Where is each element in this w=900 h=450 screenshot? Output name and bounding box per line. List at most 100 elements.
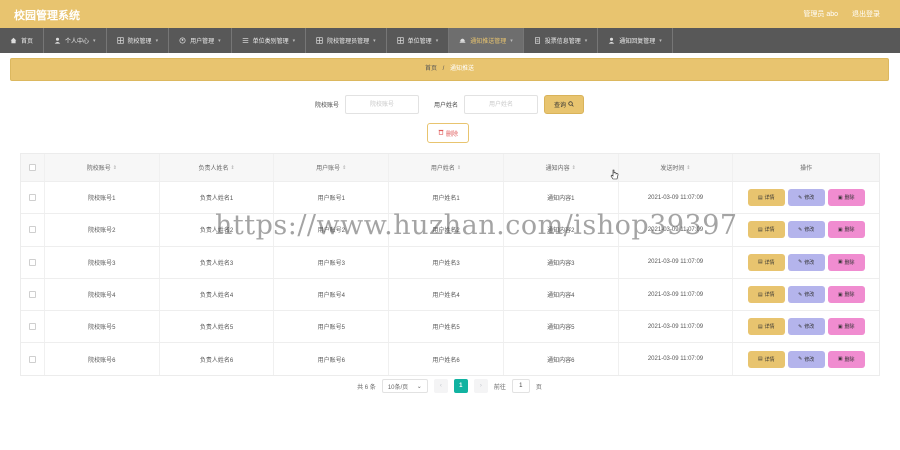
- column-header[interactable]: 用户账号 ⇕: [274, 154, 390, 181]
- edit-button[interactable]: ✎ 修改: [787, 221, 825, 239]
- column-header[interactable]: 通知内容 ⇕: [504, 154, 619, 181]
- delete-button-label: 删除: [844, 227, 855, 234]
- nav-item[interactable]: 单位管理 ▾: [387, 28, 450, 53]
- table-cell: 用户姓名1: [389, 182, 504, 214]
- delete-button[interactable]: ▣ 删除: [827, 189, 865, 207]
- table-cell: 通知内容2: [504, 214, 619, 246]
- table-cell: 用户账号1: [274, 182, 390, 214]
- table-cell: 用户姓名6: [389, 343, 504, 375]
- table-cell: 院校账号4: [45, 278, 160, 311]
- prev-page-button[interactable]: ‹: [433, 379, 448, 393]
- batch-delete-button[interactable]: 删除: [427, 123, 469, 143]
- edit-button[interactable]: ✎ 修改: [787, 253, 825, 271]
- top-header: 校园管理系统 管理员 abo 退出登录: [0, 0, 900, 28]
- row-checkbox[interactable]: [28, 226, 36, 234]
- nav-item[interactable]: 院校管理 ▾: [107, 28, 170, 53]
- edit-button-label: 修改: [804, 356, 815, 363]
- detail-button[interactable]: ▤ 详情: [747, 189, 785, 207]
- row-select-cell: [21, 214, 45, 246]
- table-cell: 用户姓名3: [389, 246, 504, 278]
- detail-button[interactable]: ▤ 详情: [747, 253, 785, 271]
- nav-item[interactable]: 单位类别管理 ▾: [232, 28, 307, 53]
- trash-icon: [438, 129, 444, 137]
- grid-icon: [116, 37, 124, 44]
- table-cell: 通知内容6: [504, 343, 619, 375]
- detail-button[interactable]: ▤ 详情: [747, 318, 785, 336]
- breadcrumb-home[interactable]: 首页: [425, 66, 437, 72]
- delete-button-label: 删除: [844, 324, 855, 331]
- row-checkbox[interactable]: [28, 258, 36, 266]
- nav-item[interactable]: 院校管理员管理 ▾: [306, 28, 387, 53]
- query-button-label: 查询: [554, 103, 567, 109]
- query-button[interactable]: 查询: [544, 95, 585, 114]
- detail-icon: ▤: [757, 323, 763, 330]
- select-all-checkbox[interactable]: [28, 164, 36, 171]
- edit-button-label: 修改: [804, 259, 815, 266]
- page-size-select[interactable]: 10条/页 ⌄: [381, 379, 428, 393]
- app-title: 校园管理系统: [14, 10, 80, 22]
- edit-button-label: 修改: [804, 324, 815, 331]
- table-cell: 2021-03-09 11:07:09: [619, 278, 734, 311]
- nav-item[interactable]: 用户管理 ▾: [169, 28, 232, 53]
- nav-item[interactable]: 投票信息管理 ▾: [524, 28, 599, 53]
- column-header[interactable]: 院校账号 ⇕: [45, 154, 160, 181]
- nav-item[interactable]: 通知回复管理 ▾: [598, 28, 673, 53]
- row-checkbox[interactable]: [28, 194, 36, 202]
- chevron-down-icon: ▾: [659, 37, 662, 44]
- logout-link[interactable]: 退出登录: [852, 9, 880, 19]
- row-select-cell: [21, 246, 45, 278]
- goto-page-input[interactable]: 1: [511, 379, 530, 393]
- edit-button[interactable]: ✎ 修改: [787, 189, 825, 207]
- detail-button[interactable]: ▤ 详情: [747, 286, 785, 304]
- column-header-label: 负责人姓名: [198, 166, 229, 172]
- column-header-label: 发送时间: [660, 166, 685, 172]
- detail-button-label: 详情: [764, 292, 775, 299]
- row-checkbox[interactable]: [28, 291, 36, 299]
- delete-button[interactable]: ▣ 删除: [827, 350, 865, 368]
- delete-button[interactable]: ▣ 删除: [827, 318, 865, 336]
- detail-button[interactable]: ▤ 详情: [747, 350, 785, 368]
- user-name-input[interactable]: [464, 95, 539, 114]
- detail-icon: ▤: [757, 194, 763, 201]
- page-number-current[interactable]: 1: [453, 379, 468, 393]
- user-icon: [54, 37, 61, 44]
- column-header[interactable]: 负责人姓名 ⇕: [160, 154, 275, 181]
- delete-button[interactable]: ▣ 删除: [827, 221, 865, 239]
- table-row: 院校账号1 负责人姓名1 用户账号1 用户姓名1 通知内容1 2021-03-09 11:…: [21, 181, 879, 214]
- trash-icon: ▣: [837, 291, 843, 298]
- edit-button-label: 修改: [804, 292, 815, 299]
- table-cell: 负责人姓名4: [160, 278, 275, 311]
- nav-item[interactable]: 通知推送管理 ▾: [449, 28, 524, 53]
- table-cell: 负责人姓名2: [160, 214, 275, 246]
- edit-button[interactable]: ✎ 修改: [787, 286, 825, 304]
- nav-item[interactable]: 首页: [0, 28, 45, 53]
- nav-item[interactable]: 个人中心 ▾: [44, 28, 107, 53]
- trash-icon: ▣: [837, 226, 843, 233]
- delete-button[interactable]: ▣ 删除: [827, 253, 865, 271]
- detail-button-label: 详情: [764, 195, 775, 202]
- detail-button[interactable]: ▤ 详情: [747, 221, 785, 239]
- header-user-area: 管理员 abo 退出登录: [803, 9, 880, 19]
- column-header: 操作: [733, 154, 879, 181]
- row-actions: ▤ 详情 ✎ 修改 ▣ 删除: [733, 182, 879, 213]
- nav-item-label: 首页: [21, 39, 34, 45]
- row-checkbox[interactable]: [28, 355, 36, 363]
- column-header[interactable]: 发送时间 ⇕: [619, 154, 734, 181]
- column-header[interactable]: 用户姓名 ⇕: [389, 154, 504, 181]
- edit-button[interactable]: ✎ 修改: [787, 350, 825, 368]
- row-actions: ▤ 详情 ✎ 修改 ▣ 删除: [733, 279, 879, 310]
- edit-button[interactable]: ✎ 修改: [787, 318, 825, 336]
- table-cell: 通知内容3: [504, 246, 619, 278]
- delete-button[interactable]: ▣ 删除: [827, 286, 865, 304]
- user-icon: [608, 37, 615, 44]
- sort-icon: ⇕: [686, 164, 691, 171]
- chevron-down-icon: ▾: [373, 37, 376, 44]
- chevron-down-icon: ▾: [155, 37, 159, 44]
- next-page-button[interactable]: ›: [473, 379, 488, 393]
- sort-icon: ⇕: [342, 164, 347, 171]
- row-checkbox[interactable]: [28, 323, 36, 331]
- table-cell: 2021-03-09 11:07:09: [619, 182, 734, 214]
- sort-icon: ⇕: [230, 164, 235, 171]
- sort-icon: ⇕: [571, 164, 576, 171]
- school-account-input[interactable]: [345, 95, 419, 114]
